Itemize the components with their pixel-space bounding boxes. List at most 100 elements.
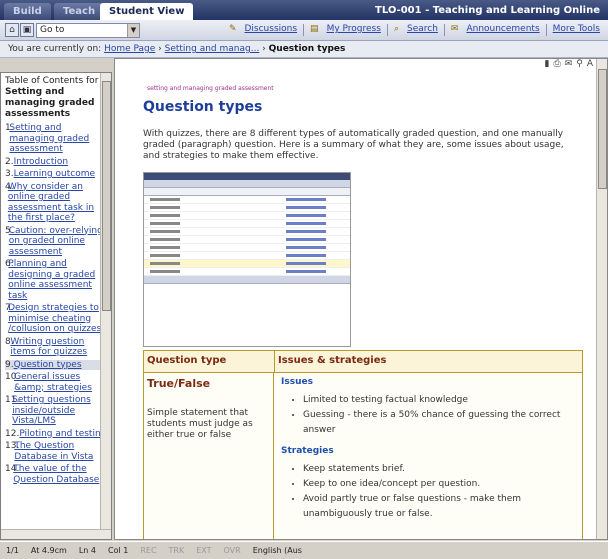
toc-item-number: 12. <box>5 428 20 439</box>
bookmark-icon[interactable]: ▮ <box>545 59 550 73</box>
breadcrumb-setting[interactable]: Setting and manag... <box>165 44 260 54</box>
chevron-down-icon[interactable]: ▼ <box>127 24 139 37</box>
status-ext: EXT <box>196 546 212 555</box>
status-lang: English (Aus <box>252 546 302 555</box>
breadcrumb: You are currently on: Home Page › Settin… <box>0 41 608 58</box>
status-at: At 4.9cm <box>30 546 67 555</box>
strategy-item: Keep to one idea/concept per question. <box>303 477 576 492</box>
announcements-icon: ✉ <box>450 24 459 34</box>
toc-item-link[interactable]: General issues &amp; strategies <box>14 372 107 393</box>
tab-teach[interactable]: Teach <box>54 3 105 20</box>
top-tab-bar: Build Teach Student View TLO-001 - Teach… <box>0 0 608 20</box>
toc-item[interactable]: 5. Caution: over-relying on graded online… <box>5 226 107 258</box>
more-tools-link[interactable]: More Tools <box>553 24 600 36</box>
question-types-table: Question type Issues & strategies True/F… <box>143 350 583 539</box>
discussions-icon: ✎ <box>228 24 237 34</box>
toc-item[interactable]: 11. Setting questions inside/outside Vist… <box>5 395 107 427</box>
tab-student-view[interactable]: Student View <box>100 3 194 20</box>
toc-scrollbar[interactable] <box>100 73 111 539</box>
toc-list: 1. Setting and managing graded assessment… <box>1 123 111 485</box>
my-progress-link[interactable]: My Progress <box>327 24 381 36</box>
status-rec: REC <box>140 546 157 555</box>
search-icon: ⌕ <box>393 24 399 34</box>
tool-links: ✎ Discussions ▤ My Progress ⌕ Search ✉ A… <box>229 24 600 36</box>
content-tools: ▮ ⎙ ✉ ⚲ A <box>545 59 593 73</box>
status-ovr: OVR <box>223 546 241 555</box>
content-scrollbar[interactable] <box>596 59 607 539</box>
toc-item[interactable]: 7. Design strategies to minimise cheating… <box>5 303 107 335</box>
zoom-icon[interactable]: ⚲ <box>576 59 583 73</box>
toc-item[interactable]: 3. Learning outcome <box>5 169 107 180</box>
toc-item[interactable]: 10. General issues &amp; strategies <box>5 372 107 393</box>
main-toolbar: ⌂ ▣ Go to ▼ ✎ Discussions ▤ My Progress … <box>0 20 608 41</box>
breadcrumb-home[interactable]: Home Page <box>104 44 155 54</box>
toc-item-link[interactable]: Learning outcome <box>14 169 95 180</box>
toc-item-link[interactable]: Setting and managing graded assessment <box>9 123 107 155</box>
toc-item-link[interactable]: Piloting and testing <box>19 429 106 440</box>
toc-item[interactable]: 14. The value of the Question Database <box>5 464 107 485</box>
goto-label: Go to <box>40 25 65 35</box>
toc-item[interactable]: 9. Question types <box>5 359 107 371</box>
toc-item-link[interactable]: Setting questions inside/outside Vista/L… <box>12 395 107 427</box>
toc-subject: Setting and managing graded assessments <box>5 87 95 119</box>
col-issues-header: Issues & strategies <box>278 355 387 366</box>
breadcrumb-current: Question types <box>268 44 346 54</box>
search-link[interactable]: Search <box>407 24 438 36</box>
toc-hscrollbar[interactable] <box>1 529 111 539</box>
issue-item: Guessing - there is a 50% chance of gues… <box>303 408 576 438</box>
intro-paragraph: With quizzes, there are 8 different type… <box>143 129 564 161</box>
toc-item-link[interactable]: Question types <box>14 360 82 371</box>
status-col: Col 1 <box>107 546 129 555</box>
toc-item[interactable]: 4. Why consider an online graded assessme… <box>5 182 107 224</box>
question-database-screenshot <box>143 172 351 347</box>
toc-item-link[interactable]: Caution: over-relying on graded online a… <box>9 226 107 258</box>
issue-item: Limited to testing factual knowledge <box>303 393 576 408</box>
toc-item-number: 11. <box>5 395 20 405</box>
toc-item-link[interactable]: Introduction <box>14 157 69 168</box>
page-title: Question types <box>143 99 263 115</box>
home-icon[interactable]: ⌂ <box>5 23 19 37</box>
course-map-icon[interactable]: ▣ <box>20 23 34 37</box>
strategy-item: Avoid partly true or false questions - m… <box>303 492 576 522</box>
toc-item[interactable]: 12. Piloting and testing <box>5 429 107 440</box>
content-frame: ▮ ⎙ ✉ ⚲ A setting and managing graded as… <box>114 58 608 540</box>
toc-item[interactable]: 13. The Question Database in Vista <box>5 441 107 462</box>
status-ln: Ln 4 <box>78 546 96 555</box>
breadcrumb-prefix: You are currently on: <box>8 44 102 54</box>
toc-item-number: 9. <box>5 359 14 370</box>
toc-item[interactable]: 8. Writing question items for quizzes <box>5 337 107 358</box>
toc-item[interactable]: 2. Introduction <box>5 157 107 168</box>
toc-item-link[interactable]: Writing question items for quizzes <box>10 337 107 358</box>
toc-item-link[interactable]: Planning and designing a graded online a… <box>8 259 107 301</box>
toc-item-number: 13. <box>5 441 20 451</box>
course-title: TLO-001 - Teaching and Learning Online <box>375 5 600 16</box>
status-page: 1/1 <box>6 546 19 555</box>
goto-select[interactable]: Go to ▼ <box>36 23 140 38</box>
toc-item[interactable]: 1. Setting and managing graded assessment <box>5 123 107 155</box>
strategies-heading: Strategies <box>281 446 334 456</box>
progress-icon: ▤ <box>310 24 319 34</box>
discussions-link[interactable]: Discussions <box>244 24 297 36</box>
status-bar: 1/1 At 4.9cm Ln 4 Col 1 REC TRK EXT OVR … <box>0 541 608 559</box>
email-icon[interactable]: ✉ <box>565 59 573 73</box>
col-question-type-header: Question type <box>144 351 275 372</box>
section-header: setting and managing graded assessment <box>147 85 274 92</box>
toc-item-number: 3. <box>5 169 14 179</box>
tab-build[interactable]: Build <box>4 3 51 20</box>
toc-item-link[interactable]: The value of the Question Database <box>13 464 107 485</box>
text-size-icon[interactable]: A <box>587 59 593 73</box>
toc-item[interactable]: 6. Planning and designing a graded online… <box>5 259 107 301</box>
announcements-link[interactable]: Announcements <box>466 24 539 36</box>
toc-item-link[interactable]: Design strategies to minimise cheating /… <box>8 303 107 335</box>
status-trk: TRK <box>168 546 185 555</box>
question-type-name: True/False <box>147 377 211 390</box>
table-of-contents: Table of Contents for Setting and managi… <box>0 72 112 540</box>
question-type-description: Simple statement that students must judg… <box>147 408 253 440</box>
toc-item-number: 10. <box>5 372 20 382</box>
toc-item-link[interactable]: The Question Database in Vista <box>14 441 107 462</box>
strategy-item: Keep statements brief. <box>303 462 576 477</box>
toc-item-number: 2. <box>5 156 14 167</box>
toc-item-link[interactable]: Why consider an online graded assessment… <box>8 182 107 224</box>
issues-heading: Issues <box>281 377 313 387</box>
print-icon[interactable]: ⎙ <box>553 59 560 73</box>
